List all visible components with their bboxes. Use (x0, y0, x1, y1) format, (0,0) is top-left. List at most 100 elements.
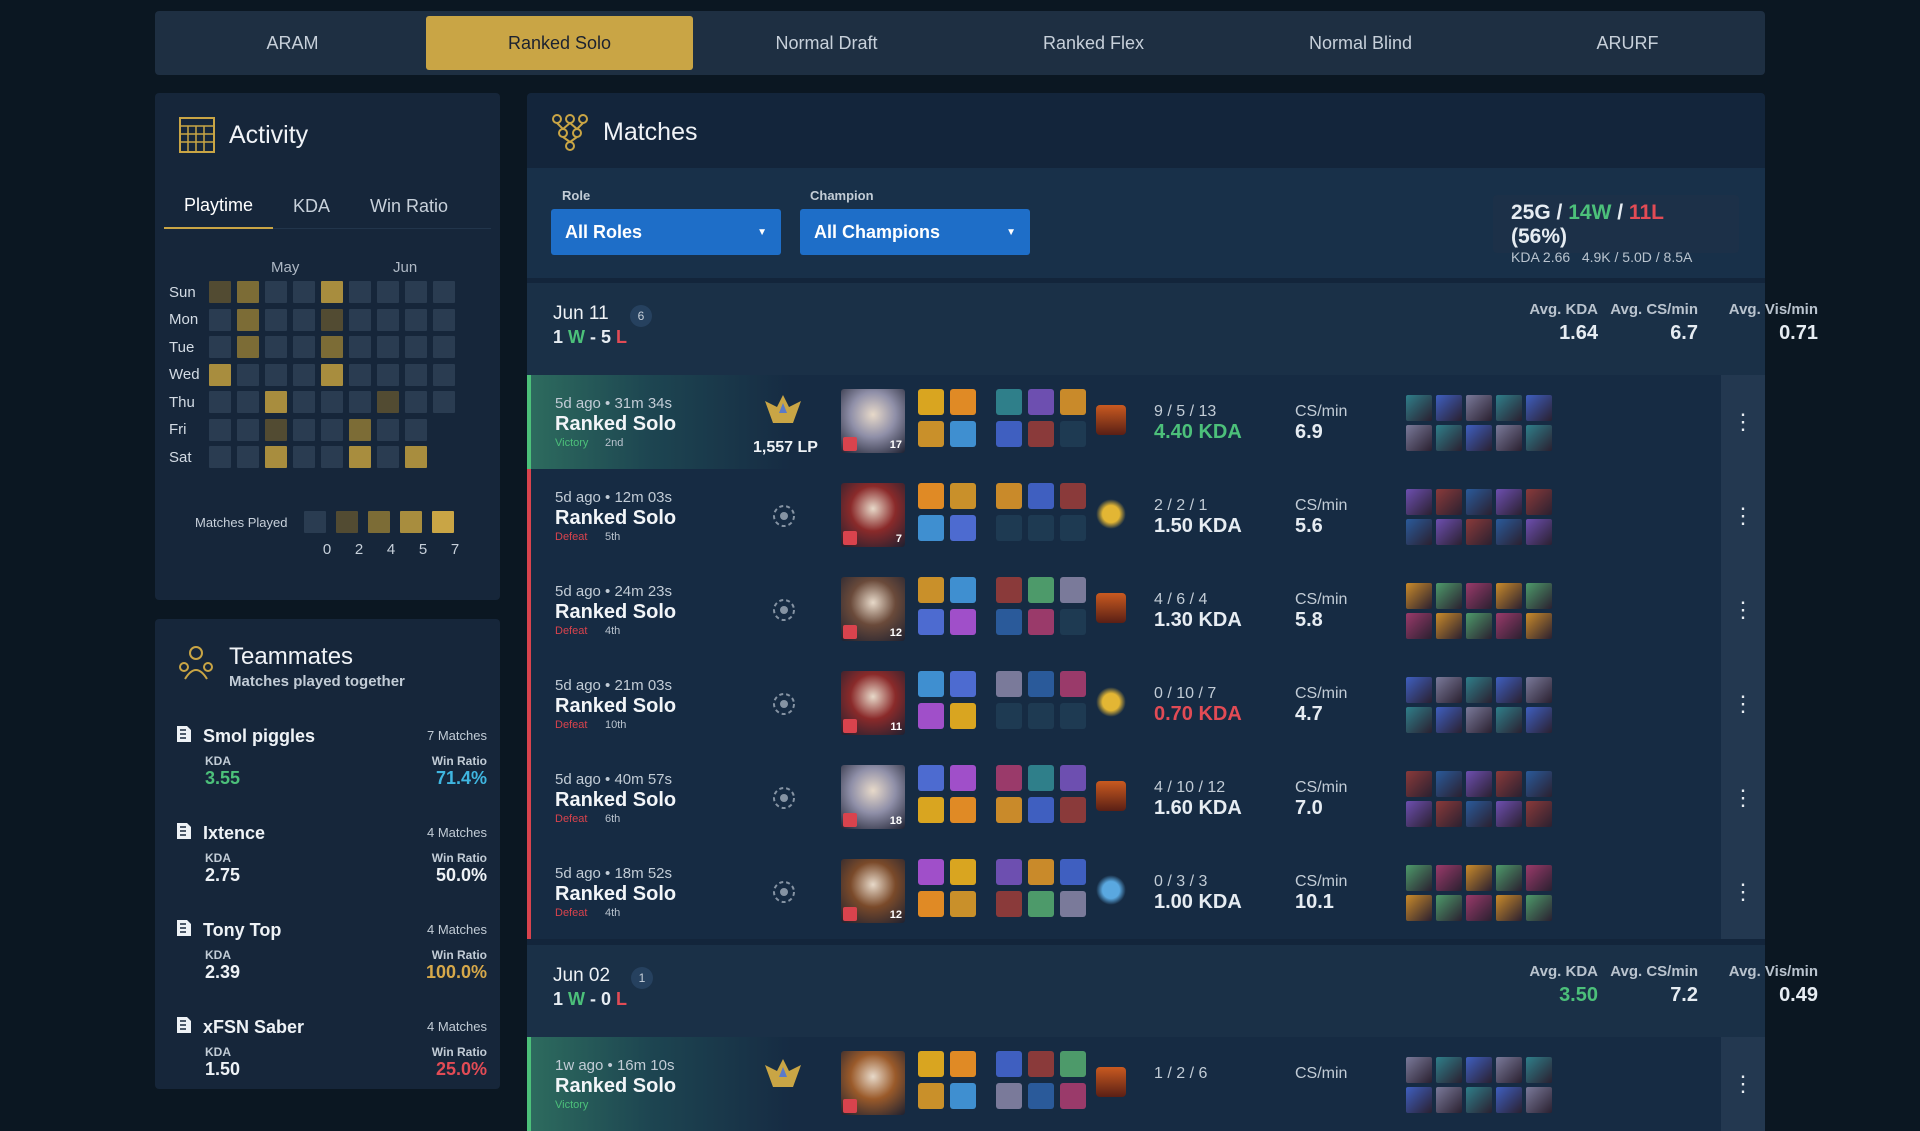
item-icon[interactable] (996, 1083, 1022, 1109)
player-champion-icon[interactable] (1436, 395, 1462, 421)
player-champion-icon[interactable] (1466, 489, 1492, 515)
item-icon[interactable] (1060, 421, 1086, 447)
heatmap-cell[interactable] (405, 363, 427, 386)
item-icon[interactable] (996, 515, 1022, 541)
heatmap-cell[interactable] (265, 446, 287, 468)
heatmap-cell[interactable] (321, 336, 343, 358)
player-champion-icon[interactable] (1496, 519, 1522, 545)
heatmap-cell[interactable] (321, 363, 343, 386)
role-dropdown[interactable]: All Roles ▼ (551, 209, 781, 255)
heatmap-cell[interactable] (377, 391, 399, 413)
item-icon[interactable] (1060, 859, 1086, 885)
teammate-name[interactable]: Smol piggles (203, 726, 315, 747)
player-champion-icon[interactable] (1406, 677, 1432, 703)
heatmap-cell[interactable] (377, 418, 399, 441)
item-icon[interactable] (1028, 389, 1054, 415)
trinket-icon[interactable] (1096, 593, 1126, 623)
spell-icon[interactable] (950, 1083, 976, 1109)
match-row[interactable]: 5d ago • 18m 52s Ranked Solo Defeat 4th 12 0 … (527, 845, 1765, 939)
heatmap-cell[interactable] (265, 363, 287, 386)
item-icon[interactable] (1028, 1051, 1054, 1077)
spell-icon[interactable] (950, 421, 976, 447)
trinket-icon[interactable] (1096, 875, 1126, 905)
heatmap-cell[interactable] (293, 308, 315, 331)
trinket-icon[interactable] (1096, 687, 1126, 717)
match-row[interactable]: 5d ago • 12m 03s Ranked Solo Defeat 5th 7 2 /… (527, 469, 1765, 563)
match-row[interactable]: 5d ago • 31m 34s Ranked Solo Victory 2nd 1,5… (527, 375, 1765, 469)
heatmap-cell[interactable] (349, 308, 371, 331)
player-champion-icon[interactable] (1436, 613, 1462, 639)
heatmap-cell[interactable] (293, 446, 315, 468)
player-champion-icon[interactable] (1466, 613, 1492, 639)
player-champion-icon[interactable] (1466, 1057, 1492, 1083)
heatmap-cell[interactable] (405, 418, 427, 441)
player-champion-icon[interactable] (1406, 1087, 1432, 1113)
player-champion-icon[interactable] (1466, 425, 1492, 451)
player-champion-icon[interactable] (1406, 1057, 1432, 1083)
item-icon[interactable] (1028, 421, 1054, 447)
teammate-name[interactable]: Ixtence (203, 823, 265, 844)
heatmap-cell[interactable] (265, 391, 287, 413)
spell-icon[interactable] (950, 765, 976, 791)
player-champion-icon[interactable] (1526, 583, 1552, 609)
heatmap-cell[interactable] (321, 446, 343, 468)
player-champion-icon[interactable] (1466, 583, 1492, 609)
player-champion-icon[interactable] (1436, 895, 1462, 921)
player-champion-icon[interactable] (1496, 801, 1522, 827)
champion-portrait[interactable]: 12 (841, 577, 905, 641)
player-champion-icon[interactable] (1466, 707, 1492, 733)
spell-icon[interactable] (950, 515, 976, 541)
spell-icon[interactable] (918, 703, 944, 729)
player-champion-icon[interactable] (1496, 895, 1522, 921)
item-icon[interactable] (1060, 515, 1086, 541)
item-icon[interactable] (1028, 891, 1054, 917)
player-champion-icon[interactable] (1496, 613, 1522, 639)
player-champion-icon[interactable] (1496, 707, 1522, 733)
player-champion-icon[interactable] (1466, 801, 1492, 827)
item-icon[interactable] (996, 765, 1022, 791)
spell-icon[interactable] (918, 515, 944, 541)
player-champion-icon[interactable] (1436, 425, 1462, 451)
player-champion-icon[interactable] (1406, 519, 1432, 545)
heatmap-cell[interactable] (349, 281, 371, 303)
teammate-name[interactable]: xFSN Saber (203, 1017, 304, 1038)
item-icon[interactable] (996, 671, 1022, 697)
item-icon[interactable] (996, 421, 1022, 447)
item-icon[interactable] (996, 1051, 1022, 1077)
player-champion-icon[interactable] (1526, 707, 1552, 733)
heatmap-cell[interactable] (349, 363, 371, 386)
queue-tab-ranked-flex[interactable]: Ranked Flex (960, 16, 1227, 70)
heatmap-cell[interactable] (433, 391, 455, 413)
player-champion-icon[interactable] (1436, 707, 1462, 733)
item-icon[interactable] (1060, 765, 1086, 791)
player-champion-icon[interactable] (1496, 771, 1522, 797)
spell-icon[interactable] (950, 389, 976, 415)
item-icon[interactable] (1060, 389, 1086, 415)
player-champion-icon[interactable] (1466, 519, 1492, 545)
heatmap-cell[interactable] (237, 363, 259, 386)
more-options-icon[interactable]: ⋮ (1721, 751, 1765, 845)
heatmap-cell[interactable] (405, 308, 427, 331)
player-champion-icon[interactable] (1436, 771, 1462, 797)
spell-icon[interactable] (950, 671, 976, 697)
item-icon[interactable] (1060, 1083, 1086, 1109)
spell-icon[interactable] (918, 859, 944, 885)
player-champion-icon[interactable] (1436, 1087, 1462, 1113)
player-champion-icon[interactable] (1406, 583, 1432, 609)
item-icon[interactable] (996, 703, 1022, 729)
heatmap-cell[interactable] (209, 446, 231, 468)
trinket-icon[interactable] (1096, 1067, 1126, 1097)
item-icon[interactable] (996, 609, 1022, 635)
spell-icon[interactable] (918, 609, 944, 635)
player-champion-icon[interactable] (1406, 801, 1432, 827)
heatmap-cell[interactable] (293, 418, 315, 441)
heatmap-cell[interactable] (237, 281, 259, 303)
player-champion-icon[interactable] (1496, 1057, 1522, 1083)
heatmap-cell[interactable] (237, 391, 259, 413)
player-champion-icon[interactable] (1526, 1057, 1552, 1083)
heatmap-cell[interactable] (209, 336, 231, 358)
player-champion-icon[interactable] (1466, 1087, 1492, 1113)
player-champion-icon[interactable] (1466, 771, 1492, 797)
item-icon[interactable] (1060, 891, 1086, 917)
heatmap-cell[interactable] (433, 363, 455, 386)
